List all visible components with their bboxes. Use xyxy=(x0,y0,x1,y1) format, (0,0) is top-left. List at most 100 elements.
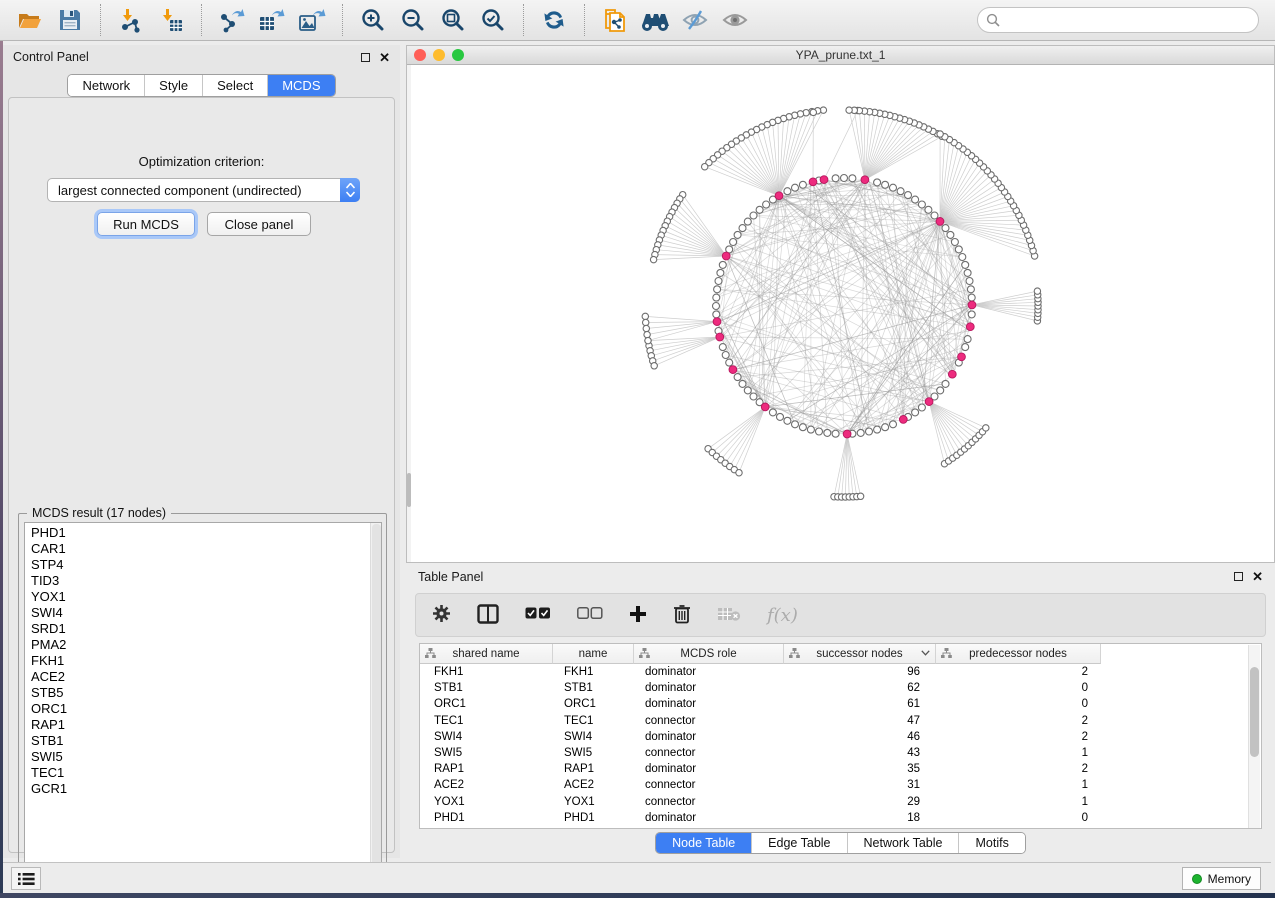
export-network-icon xyxy=(218,7,246,33)
tab-edge-table[interactable]: Edge Table xyxy=(751,833,846,853)
close-panel-button[interactable]: Close panel xyxy=(207,212,311,236)
document-share-button[interactable] xyxy=(595,4,635,36)
open-session-button[interactable] xyxy=(10,4,50,36)
network-left-scrollbar[interactable] xyxy=(407,65,411,562)
show-column-panel-button[interactable] xyxy=(477,604,499,627)
tab-mcds[interactable]: MCDS xyxy=(267,75,334,96)
mcds-result-item[interactable]: GCR1 xyxy=(31,781,371,797)
mcds-result-item[interactable]: SWI5 xyxy=(31,749,371,765)
zoom-in-button[interactable] xyxy=(353,4,393,36)
network-window-titlebar[interactable]: YPA_prune.txt_1 xyxy=(407,46,1274,65)
table-row[interactable]: SWI5SWI5connector431 xyxy=(420,745,1248,761)
table-cell: connector xyxy=(634,747,784,759)
export-network-button[interactable] xyxy=(212,4,252,36)
network-search-field[interactable] xyxy=(977,7,1259,33)
binoculars-button[interactable] xyxy=(635,4,675,36)
table-cell: SWI5 xyxy=(420,747,553,759)
status-bar: Memory xyxy=(3,862,1271,893)
export-table-button[interactable] xyxy=(252,4,292,36)
table-row[interactable]: PHD1PHD1dominator180 xyxy=(420,810,1248,826)
run-mcds-button[interactable]: Run MCDS xyxy=(97,212,195,236)
float-panel-icon[interactable] xyxy=(361,53,370,62)
mcds-result-item[interactable]: ORC1 xyxy=(31,701,371,717)
float-panel-icon[interactable] xyxy=(1234,572,1243,581)
search-input[interactable] xyxy=(1001,10,1258,30)
import-network-button[interactable] xyxy=(111,4,151,36)
column-header-MCDS-role[interactable]: MCDS role xyxy=(634,644,784,664)
create-column-button[interactable] xyxy=(629,605,647,626)
table-row[interactable]: RAP1RAP1dominator352 xyxy=(420,761,1248,777)
table-cell: STB1 xyxy=(420,682,553,694)
table-row[interactable]: ORC1ORC1dominator610 xyxy=(420,696,1248,712)
table-cell: 1 xyxy=(936,779,1101,791)
tab-style[interactable]: Style xyxy=(144,75,202,96)
mcds-result-item[interactable]: CAR1 xyxy=(31,541,371,557)
table-cell: YOX1 xyxy=(420,796,553,808)
mcds-result-item[interactable]: YOX1 xyxy=(31,589,371,605)
mcds-result-item[interactable]: RAP1 xyxy=(31,717,371,733)
deselect-all-rows-button[interactable] xyxy=(577,607,603,623)
mcds-result-item[interactable]: TEC1 xyxy=(31,765,371,781)
export-image-button[interactable] xyxy=(292,4,332,36)
mcds-tab-content: Optimization criterion: largest connecte… xyxy=(8,97,395,853)
save-session-button[interactable] xyxy=(50,4,90,36)
table-scrollbar[interactable] xyxy=(1248,645,1260,828)
table-row[interactable]: TEC1TEC1connector472 xyxy=(420,713,1248,729)
mcds-result-item[interactable]: TID3 xyxy=(31,573,371,589)
mcds-result-item[interactable]: STP4 xyxy=(31,557,371,573)
memory-button[interactable]: Memory xyxy=(1182,867,1261,890)
eye-hide-button[interactable] xyxy=(675,4,715,36)
import-table-button[interactable] xyxy=(151,4,191,36)
tab-network-table[interactable]: Network Table xyxy=(847,833,959,853)
control-panel: Control Panel ✕ NetworkStyleSelectMCDS O… xyxy=(3,45,400,858)
mcds-result-item[interactable]: SWI4 xyxy=(31,605,371,621)
network-canvas[interactable] xyxy=(407,65,1274,562)
columns-icon xyxy=(477,604,499,624)
table-row[interactable]: STB1STB1dominator620 xyxy=(420,680,1248,696)
select-all-rows-button[interactable] xyxy=(525,607,551,623)
mcds-result-item[interactable]: STB5 xyxy=(31,685,371,701)
optimization-criterion-select[interactable]: largest connected component (undirected) xyxy=(47,178,360,202)
column-header-predecessor-nodes[interactable]: predecessor nodes xyxy=(936,644,1101,664)
table-row[interactable]: FKH1FKH1dominator962 xyxy=(420,664,1248,680)
close-panel-icon[interactable]: ✕ xyxy=(379,53,390,62)
optimization-criterion-label: Optimization criterion: xyxy=(9,154,394,169)
table-cell: FKH1 xyxy=(553,666,634,678)
table-panel: Table Panel ✕ xyxy=(406,565,1275,858)
mcds-result-item[interactable]: PMA2 xyxy=(31,637,371,653)
delete-table-icon xyxy=(717,606,741,622)
column-header-successor-nodes[interactable]: successor nodes xyxy=(784,644,936,664)
table-row[interactable]: SWI4SWI4dominator462 xyxy=(420,729,1248,745)
mcds-result-list[interactable]: PHD1CAR1STP4TID3YOX1SWI4SRD1PMA2FKH1ACE2… xyxy=(25,523,371,877)
mcds-result-item[interactable]: FKH1 xyxy=(31,653,371,669)
table-cell: 0 xyxy=(936,812,1101,824)
delete-column-button[interactable] xyxy=(673,603,691,627)
table-cell: ACE2 xyxy=(420,779,553,791)
column-header-name[interactable]: name xyxy=(553,644,634,664)
tab-select[interactable]: Select xyxy=(202,75,267,96)
mcds-result-item[interactable]: SRD1 xyxy=(31,621,371,637)
task-history-button[interactable] xyxy=(11,867,41,890)
zoom-out-button[interactable] xyxy=(393,4,433,36)
table-settings-button[interactable] xyxy=(432,604,451,626)
column-header-shared-name[interactable]: shared name xyxy=(420,644,553,664)
apply-layout-button[interactable] xyxy=(534,4,574,36)
zoom-fit-button[interactable] xyxy=(433,4,473,36)
table-cell: RAP1 xyxy=(420,763,553,775)
close-panel-icon[interactable]: ✕ xyxy=(1252,572,1263,581)
table-cell: PHD1 xyxy=(553,812,634,824)
table-row[interactable]: ACE2ACE2connector311 xyxy=(420,777,1248,793)
mcds-result-item[interactable]: PHD1 xyxy=(31,525,371,541)
zoom-out-icon xyxy=(400,7,426,33)
tab-network[interactable]: Network xyxy=(68,75,144,96)
tab-node-table[interactable]: Node Table xyxy=(656,833,751,853)
eye-show-button[interactable] xyxy=(715,4,755,36)
mcds-list-scrollbar[interactable] xyxy=(370,523,381,877)
tab-motifs[interactable]: Motifs xyxy=(958,833,1024,853)
table-row[interactable]: YOX1YOX1connector291 xyxy=(420,794,1248,810)
zoom-selected-button[interactable] xyxy=(473,4,513,36)
table-cell: connector xyxy=(634,796,784,808)
mcds-result-item[interactable]: ACE2 xyxy=(31,669,371,685)
mcds-result-item[interactable]: STB1 xyxy=(31,733,371,749)
table-cell: YOX1 xyxy=(553,796,634,808)
